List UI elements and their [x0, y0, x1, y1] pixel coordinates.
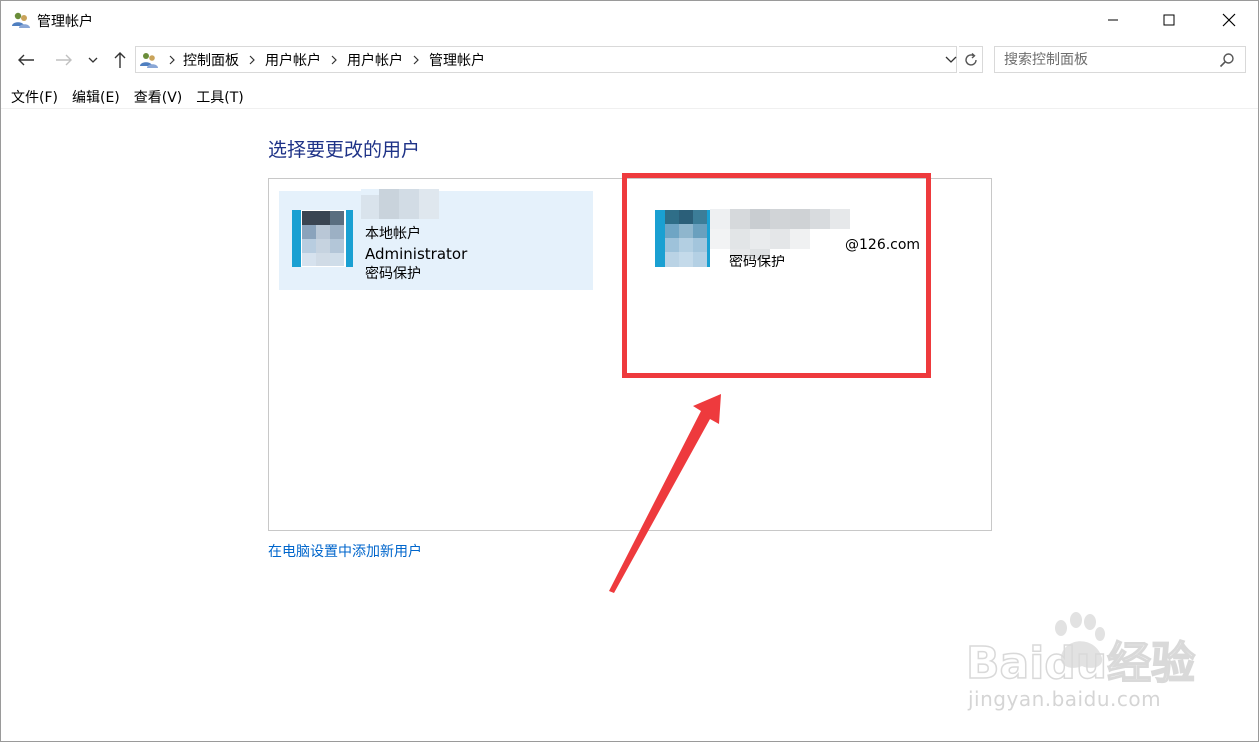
watermark-brand: Baidu经验	[966, 638, 1195, 689]
watermark-url: jingyan.baidu.com	[968, 687, 1162, 711]
manage-accounts-window: 管理帐户 控制面板 用户帐户 用户帐户 管理帐户 搜索控制面板 文件(F) 编辑…	[0, 0, 1259, 742]
